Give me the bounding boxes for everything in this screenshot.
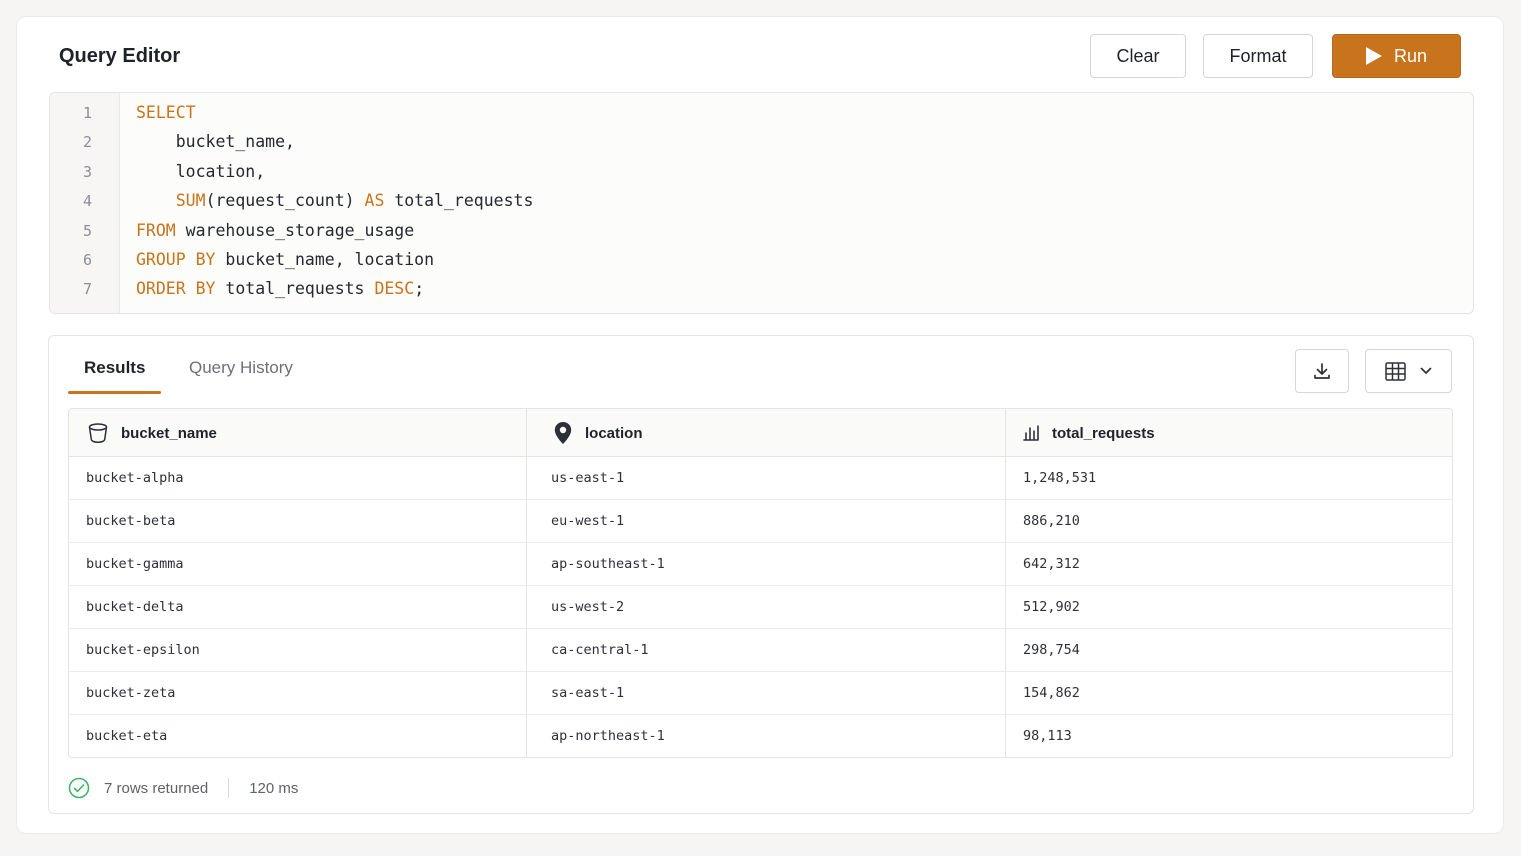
cell-bucket-name: bucket-eta bbox=[86, 728, 168, 744]
sql-text: total_requests bbox=[215, 279, 375, 299]
line-number: 7 bbox=[82, 280, 92, 299]
cell-bucket-name: bucket-alpha bbox=[86, 470, 184, 486]
line-number: 2 bbox=[82, 133, 92, 152]
line-number: 3 bbox=[82, 162, 92, 181]
column-header-label: location bbox=[585, 424, 643, 442]
query-editor-card: Query Editor Clear Format Run 1 2 3 4 5 6 7 SE… bbox=[16, 16, 1504, 834]
code-line[interactable]: bucket_name, bbox=[136, 132, 295, 151]
table-row[interactable]: bucket-delta us-west-2 512,902 bbox=[69, 586, 1452, 629]
sql-keyword: FROM bbox=[136, 220, 176, 240]
table-grid-icon bbox=[1385, 361, 1406, 381]
code-line[interactable]: SUM(request_count) AS total_requests bbox=[136, 191, 534, 211]
cell-total-requests: 642,312 bbox=[1023, 556, 1080, 572]
sql-text: (request_count) bbox=[205, 191, 365, 211]
sql-keyword: GROUP BY bbox=[136, 250, 216, 269]
bucket-icon bbox=[88, 423, 108, 444]
sql-text: ; bbox=[414, 279, 425, 299]
view-mode-dropdown[interactable] bbox=[1365, 349, 1452, 393]
clear-button-label: Clear bbox=[1116, 45, 1160, 66]
footer-divider bbox=[228, 778, 230, 798]
table-header: bucket_name location total_requests bbox=[69, 409, 1452, 457]
tab-query-history[interactable]: Query History bbox=[189, 358, 293, 378]
cell-total-requests: 298,754 bbox=[1023, 642, 1080, 658]
cell-bucket-name: bucket-zeta bbox=[86, 685, 176, 701]
sql-code-editor[interactable]: 1 2 3 4 5 6 7 SELECT bucket_name, location, SU… bbox=[49, 92, 1474, 314]
sql-text: total_requests bbox=[384, 191, 534, 211]
download-button[interactable] bbox=[1295, 349, 1349, 393]
cell-bucket-name: bucket-beta bbox=[86, 513, 176, 529]
line-number: 5 bbox=[82, 221, 92, 240]
table-row[interactable]: bucket-gamma ap-southeast-1 642,312 bbox=[69, 543, 1452, 586]
check-circle-icon bbox=[68, 777, 90, 799]
table-row[interactable]: bucket-zeta sa-east-1 154,862 bbox=[69, 672, 1452, 715]
column-header-total-requests[interactable]: total_requests bbox=[1022, 409, 1155, 457]
format-button[interactable]: Format bbox=[1203, 34, 1313, 78]
cell-location: ca-central-1 bbox=[551, 642, 649, 658]
sql-keyword: AS bbox=[364, 191, 385, 211]
active-tab-indicator bbox=[68, 391, 161, 394]
cell-bucket-name: bucket-delta bbox=[86, 599, 184, 615]
bar-chart-icon bbox=[1023, 425, 1039, 441]
sql-keyword: SUM bbox=[175, 191, 206, 211]
line-number: 6 bbox=[82, 251, 92, 269]
tab-results[interactable]: Results bbox=[84, 358, 145, 378]
cell-total-requests: 154,862 bbox=[1023, 685, 1080, 701]
chevron-down-icon bbox=[1420, 367, 1432, 374]
column-header-location[interactable]: location bbox=[553, 409, 643, 457]
cell-location: sa-east-1 bbox=[551, 685, 625, 701]
format-button-label: Format bbox=[1229, 45, 1287, 66]
table-row[interactable]: bucket-beta eu-west-1 886,210 bbox=[69, 500, 1452, 543]
results-footer: 7 rows returned 120 ms bbox=[68, 777, 298, 799]
rows-returned-text: 7 rows returned bbox=[104, 779, 209, 797]
table-row[interactable]: bucket-eta ap-northeast-1 98,113 bbox=[69, 715, 1452, 757]
download-icon bbox=[1314, 363, 1330, 379]
run-button[interactable]: Run bbox=[1332, 34, 1461, 78]
query-duration-text: 120 ms bbox=[249, 779, 299, 797]
code-line[interactable]: location, bbox=[136, 162, 265, 181]
cell-location: us-east-1 bbox=[551, 470, 625, 486]
run-button-label: Run bbox=[1393, 45, 1428, 66]
page-title: Query Editor bbox=[59, 45, 181, 67]
column-header-label: total_requests bbox=[1052, 424, 1155, 442]
cell-total-requests: 98,113 bbox=[1023, 728, 1072, 744]
cell-location: us-west-2 bbox=[551, 599, 625, 615]
cell-total-requests: 886,210 bbox=[1023, 513, 1080, 529]
sql-keyword: SELECT bbox=[136, 103, 196, 122]
column-header-bucket-name[interactable]: bucket_name bbox=[87, 409, 217, 457]
sql-text: bucket_name, bbox=[136, 132, 295, 152]
code-line[interactable]: ORDER BY total_requests DESC; bbox=[136, 279, 424, 298]
line-number-gutter: 1 2 3 4 5 6 7 bbox=[50, 93, 120, 313]
results-table: bucket_name location total_requests buck… bbox=[68, 408, 1453, 758]
sql-keyword: DESC bbox=[374, 279, 415, 299]
column-header-label: bucket_name bbox=[121, 424, 217, 442]
sql-text: warehouse_storage_usage bbox=[175, 220, 415, 240]
sql-text: location, bbox=[136, 161, 266, 181]
clear-button[interactable]: Clear bbox=[1090, 34, 1186, 78]
cell-bucket-name: bucket-epsilon bbox=[86, 642, 200, 658]
code-line[interactable]: GROUP BY bucket_name, location bbox=[136, 250, 434, 269]
line-number: 4 bbox=[82, 192, 92, 211]
cell-bucket-name: bucket-gamma bbox=[86, 556, 184, 572]
code-line[interactable]: SELECT bbox=[136, 103, 196, 122]
play-icon bbox=[1365, 47, 1382, 65]
table-row[interactable]: bucket-alpha us-east-1 1,248,531 bbox=[69, 457, 1452, 500]
map-pin-icon bbox=[554, 422, 572, 444]
cell-location: ap-northeast-1 bbox=[551, 728, 665, 744]
table-row[interactable]: bucket-epsilon ca-central-1 298,754 bbox=[69, 629, 1452, 672]
cell-total-requests: 512,902 bbox=[1023, 599, 1080, 615]
cell-location: ap-southeast-1 bbox=[551, 556, 665, 572]
cell-location: eu-west-1 bbox=[551, 513, 625, 529]
cell-total-requests: 1,248,531 bbox=[1023, 470, 1097, 486]
sql-keyword: ORDER BY bbox=[136, 279, 216, 299]
line-number: 1 bbox=[82, 104, 92, 122]
results-panel: Results Query History bucket_name locati… bbox=[48, 335, 1474, 814]
sql-text: bucket_name, location bbox=[215, 250, 435, 269]
code-line[interactable]: FROM warehouse_storage_usage bbox=[136, 221, 414, 240]
